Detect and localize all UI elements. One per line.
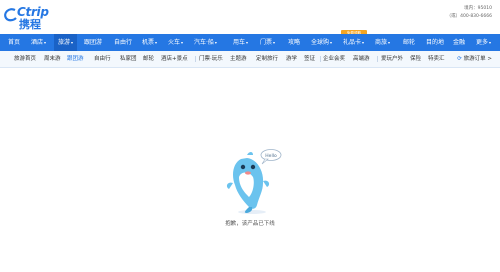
chevron-down-icon: ▾ (214, 40, 217, 45)
subnav-item-weekend[interactable]: 周末游 (44, 51, 61, 67)
nav-item-business[interactable]: 商旅▾ (375, 34, 390, 51)
chevron-down-icon: ▾ (489, 40, 492, 45)
divider (377, 56, 378, 62)
nav-item-group-tour[interactable]: 跟团游 (84, 34, 102, 51)
chevron-down-icon: ▾ (273, 40, 276, 45)
nav-item-gift-card[interactable]: 礼品卡▾ (343, 34, 364, 51)
hotline-info: 境内：95010 （或）400-830-6666 (447, 5, 492, 21)
refresh-icon: ⟳ (457, 56, 462, 62)
offline-message: 抱歉，该产品已下线 (225, 221, 275, 227)
nav-item-global-shop[interactable]: 全球购▾ (311, 34, 332, 51)
subnav-item-corporate[interactable]: 企业会奖 (323, 51, 345, 67)
chevron-down-icon: ▾ (44, 40, 47, 45)
nav-item-travel[interactable]: 旅游▾ (54, 34, 78, 51)
subnav-item-luxury[interactable]: 高端游 (353, 51, 370, 67)
chevron-down-icon: ▾ (362, 40, 365, 45)
nav-item-finance[interactable]: 金融 (453, 34, 465, 51)
nav-item-bus-ship[interactable]: 汽车·船▾ (194, 34, 217, 51)
nav-item-cruise[interactable]: 邮轮 (403, 34, 415, 51)
nav-item-free-travel[interactable]: 自由行 (114, 34, 132, 51)
chevron-down-icon: ▾ (71, 40, 74, 45)
nav-item-home[interactable]: 首页 (8, 34, 20, 51)
chevron-down-icon: ▾ (388, 40, 391, 45)
hotline-domestic: 境内：95010 (464, 6, 492, 11)
nav-item-tickets[interactable]: 门票▾ (260, 34, 275, 51)
divider (195, 56, 196, 62)
logo-chinese: 携程 (19, 18, 41, 31)
main-nav: 首页 酒店▾ 旅游▾ 跟团游 自由行 机票▾ 火车▾ 汽车·船▾ 用车▾ 门票▾… (0, 34, 500, 51)
subnav-item-flash-sale[interactable]: 特卖汇 (428, 51, 445, 67)
nav-item-destination[interactable]: 目的地 (426, 34, 444, 51)
subnav-item-outdoor[interactable]: 爱玩户外 (381, 51, 403, 67)
nav-item-guides[interactable]: 攻略 (288, 34, 300, 51)
subnav-item-custom-travel[interactable]: 定制旅行 (256, 51, 278, 67)
nav-item-flights[interactable]: 机票▾ (142, 34, 157, 51)
subnav-item-visa[interactable]: 签证 (304, 51, 315, 67)
chevron-down-icon: ▾ (181, 40, 184, 45)
chevron-down-icon: ▾ (330, 40, 333, 45)
top-header: Ctrip 携程 境内：95010 （或）400-830-6666 (0, 0, 500, 34)
subnav-item-study-tour[interactable]: 游学 (286, 51, 297, 67)
subnav-item-free-travel[interactable]: 自由行 (94, 51, 111, 67)
nav-item-hotel[interactable]: 酒店▾ (31, 34, 46, 51)
subnav-item-private-tour[interactable]: 私家团 (120, 51, 137, 67)
speech-bubble-text: Hello (265, 153, 277, 159)
ctrip-logo[interactable]: Ctrip 携程 (3, 5, 63, 31)
chevron-down-icon: ▾ (155, 40, 158, 45)
hotline-abroad: （或）400-830-6666 (446, 14, 492, 19)
nav-item-car[interactable]: 用车▾ (233, 34, 248, 51)
dolphin-mascot-icon: Hello (226, 149, 282, 214)
subnav-item-hotel-attraction[interactable]: 酒店+景点 (161, 51, 188, 67)
subnav-item-theme-tour[interactable]: 主题游 (230, 51, 247, 67)
subnav-item-cruise[interactable]: 邮轮 (143, 51, 154, 67)
subnav-item-group-tour[interactable]: 跟团游 (67, 51, 84, 67)
sub-nav: 旅游首页 周末游 跟团游 自由行 私家团 邮轮 酒店+景点 门票·玩乐 主题游 … (0, 51, 500, 68)
subnav-item-travel-home[interactable]: 旅游首页 (14, 51, 36, 67)
travel-orders-link[interactable]: ⟳ 旅游订单 > (457, 51, 492, 67)
nav-item-more[interactable]: 更多▾ (476, 34, 491, 51)
chevron-down-icon: ▾ (246, 40, 249, 45)
subnav-item-insurance[interactable]: 保险 (410, 51, 421, 67)
subnav-item-tickets-fun[interactable]: 门票·玩乐 (199, 51, 223, 67)
divider (320, 56, 321, 62)
nav-item-train[interactable]: 火车▾ (168, 34, 183, 51)
